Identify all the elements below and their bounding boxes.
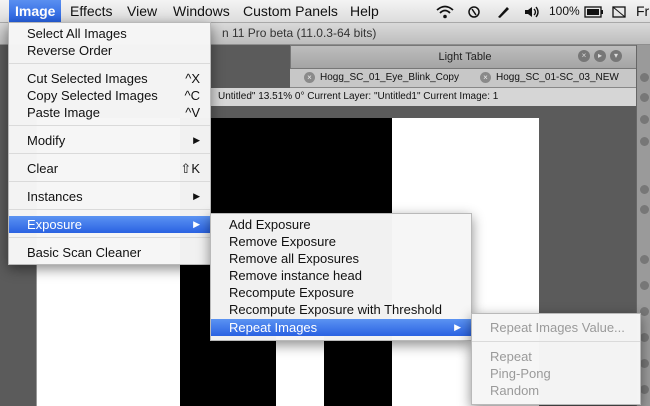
- panel-close-icon[interactable]: ×: [578, 50, 590, 62]
- menu-item-recompute-exposure[interactable]: Recompute Exposure: [211, 284, 471, 301]
- menu-separator: [9, 125, 210, 126]
- panel-menu-icon[interactable]: ▾: [610, 50, 622, 62]
- canvas-info-bar: Untitled" 13.51% 0° Current Layer: "Unti…: [210, 88, 640, 106]
- exposure-submenu: Add Exposure Remove Exposure Remove all …: [210, 213, 472, 341]
- tool-button[interactable]: [640, 115, 649, 124]
- repeat-images-submenu: Repeat Images Value... Repeat Ping-Pong …: [471, 313, 641, 405]
- menu-item-clear[interactable]: Clear ⇧K: [9, 160, 210, 177]
- window-title: n 11 Pro beta (11.0.3-64 bits): [222, 26, 377, 40]
- menu-item-remove-exposure[interactable]: Remove Exposure: [211, 233, 471, 250]
- volume-icon[interactable]: [523, 0, 541, 22]
- menu-item-repeat[interactable]: Repeat: [472, 348, 640, 365]
- menu-item-repeat-images[interactable]: Repeat Images ▶: [211, 319, 471, 336]
- pen-icon[interactable]: [495, 0, 511, 22]
- menu-custom-panels[interactable]: Custom Panels: [237, 0, 344, 22]
- menu-help[interactable]: Help: [344, 0, 385, 22]
- tool-button[interactable]: [640, 385, 649, 394]
- canvas-info-text: Untitled" 13.51% 0° Current Layer: "Unti…: [218, 91, 499, 102]
- tool-button[interactable]: [640, 333, 649, 342]
- battery-icon[interactable]: [584, 0, 604, 22]
- tool-button[interactable]: [640, 307, 649, 316]
- submenu-arrow-icon: ▶: [193, 135, 200, 145]
- menu-item-ping-pong[interactable]: Ping-Pong: [472, 365, 640, 382]
- menu-effects[interactable]: Effects: [64, 0, 119, 22]
- tool-button[interactable]: [640, 137, 649, 146]
- image-menu: Select All Images Reverse Order Cut Sele…: [8, 22, 211, 265]
- menu-separator: [9, 181, 210, 182]
- menu-item-remove-all-exposures[interactable]: Remove all Exposures: [211, 250, 471, 267]
- tool-button[interactable]: [640, 255, 649, 264]
- menu-item-select-all-images[interactable]: Select All Images: [9, 25, 210, 42]
- tool-button[interactable]: [640, 93, 649, 102]
- menu-separator: [9, 237, 210, 238]
- menu-item-copy-selected-images[interactable]: Copy Selected Images ^C: [9, 87, 210, 104]
- menu-item-add-exposure[interactable]: Add Exposure: [211, 216, 471, 233]
- menu-item-repeat-images-value[interactable]: Repeat Images Value...: [472, 319, 640, 336]
- menu-item-paste-image[interactable]: Paste Image ^V: [9, 104, 210, 121]
- light-table-tabs: × Hogg_SC_01_Eye_Blink_Copy × Hogg_SC_01…: [290, 69, 640, 88]
- menu-item-cut-selected-images[interactable]: Cut Selected Images ^X: [9, 70, 210, 87]
- menu-item-remove-instance-head[interactable]: Remove instance head: [211, 267, 471, 284]
- display-icon[interactable]: [612, 0, 626, 22]
- tab-close-icon[interactable]: ×: [304, 72, 315, 83]
- tab-eye-blink-copy[interactable]: Hogg_SC_01_Eye_Blink_Copy: [320, 69, 459, 87]
- battery-percent: 100%: [549, 4, 580, 18]
- menu-image[interactable]: Image: [9, 0, 62, 22]
- tab-sc01-sc03-new[interactable]: Hogg_SC_01-SC_03_NEW: [496, 69, 619, 87]
- menubar-trailing-text: Fr: [636, 3, 650, 19]
- menu-bar: Image Effects View Windows Custom Panels…: [0, 0, 650, 23]
- light-table-panel: Light Table × ▸ ▾: [290, 45, 640, 69]
- menu-item-basic-scan-cleaner[interactable]: Basic Scan Cleaner: [9, 244, 210, 261]
- menu-separator: [9, 209, 210, 210]
- tab-close-icon[interactable]: ×: [480, 72, 491, 83]
- menu-item-reverse-order[interactable]: Reverse Order: [9, 42, 210, 59]
- menu-windows[interactable]: Windows: [167, 0, 236, 22]
- sync-icon[interactable]: [466, 0, 482, 22]
- submenu-arrow-icon: ▶: [193, 191, 200, 201]
- menu-separator: [472, 341, 640, 342]
- menu-separator: [9, 63, 210, 64]
- menu-item-instances[interactable]: Instances ▶: [9, 188, 210, 205]
- menu-item-modify[interactable]: Modify ▶: [9, 132, 210, 149]
- menu-item-recompute-exposure-threshold[interactable]: Recompute Exposure with Threshold: [211, 301, 471, 318]
- panel-collapse-icon[interactable]: ▸: [594, 50, 606, 62]
- menu-view[interactable]: View: [121, 0, 163, 22]
- menu-item-random[interactable]: Random: [472, 382, 640, 399]
- tool-button[interactable]: [640, 281, 649, 290]
- submenu-arrow-icon: ▶: [193, 219, 200, 229]
- tool-button[interactable]: [640, 359, 649, 368]
- submenu-arrow-icon: ▶: [454, 322, 461, 332]
- tool-button[interactable]: [640, 73, 649, 82]
- menu-separator: [9, 153, 210, 154]
- tool-button[interactable]: [640, 205, 649, 214]
- tool-button[interactable]: [640, 185, 649, 194]
- menu-item-exposure[interactable]: Exposure ▶: [9, 216, 210, 233]
- wifi-icon[interactable]: [436, 0, 454, 22]
- canvas-white-notch: [276, 336, 324, 406]
